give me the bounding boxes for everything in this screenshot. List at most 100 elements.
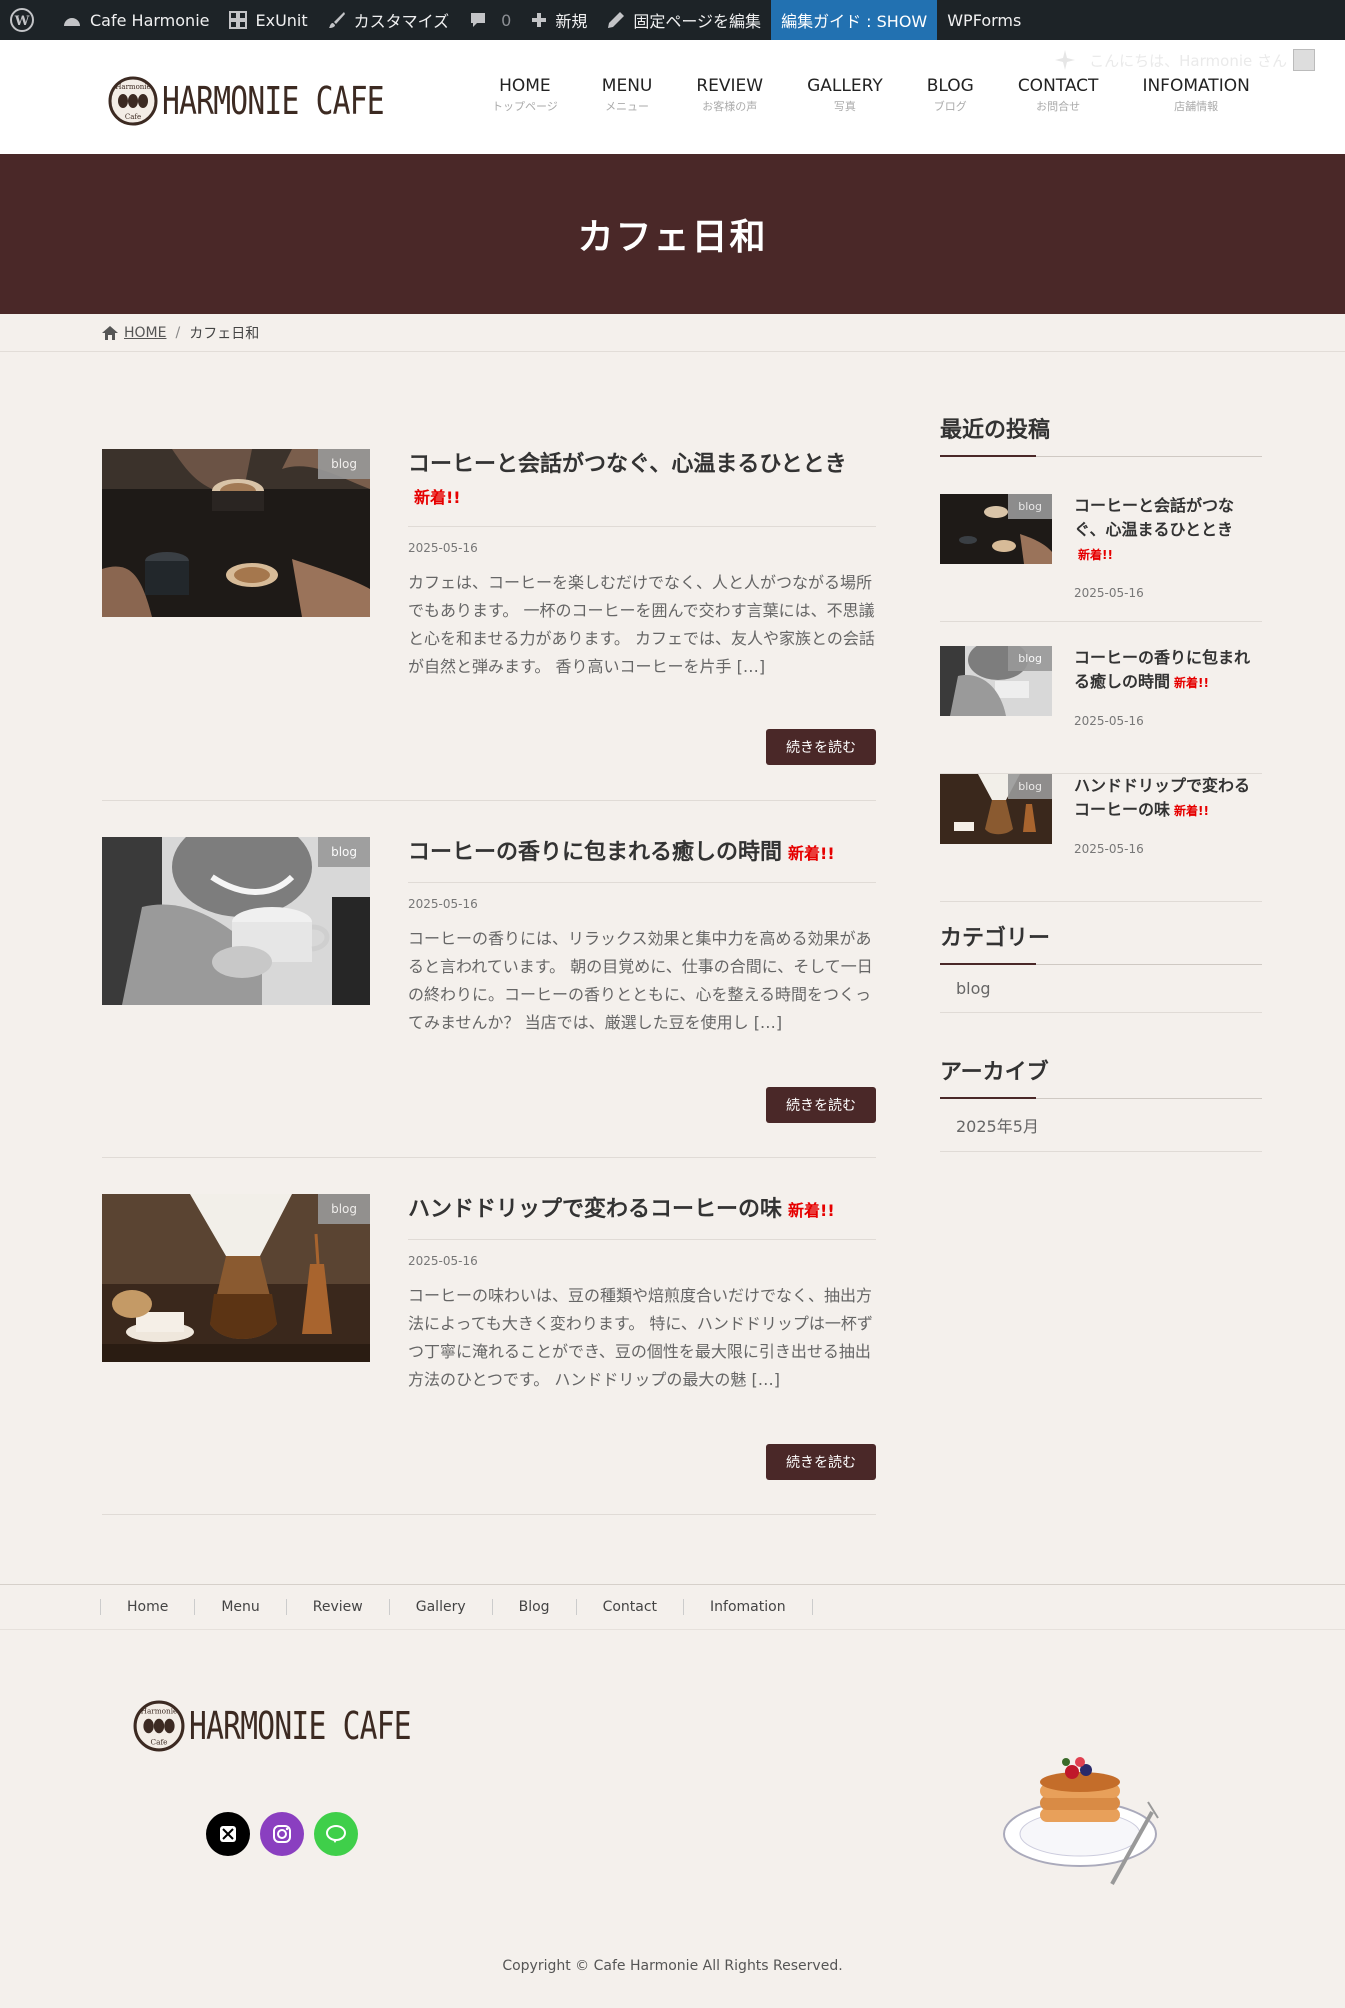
post-thumbnail[interactable]: blog [102, 1194, 370, 1362]
recent-post-thumbnail: blog [940, 494, 1052, 564]
customize-label: カスタマイズ [353, 12, 450, 31]
category-link[interactable]: blog [940, 965, 1262, 1013]
post-item: blog ハンドドリップで変わるコーヒーの味 新着!! 2025-05-16 コー… [102, 1194, 876, 1484]
edit-guide-toggle[interactable]: 編集ガイド : SHOW [771, 0, 938, 40]
x-icon [220, 1826, 236, 1842]
logo-badge-icon: Harmonie Cafe [108, 76, 158, 126]
post-body: コーヒーの香りに包まれる癒しの時間 新着!! 2025-05-16 コーヒーの香り… [408, 837, 876, 1037]
site-name-menu[interactable]: Cafe Harmonie [52, 0, 219, 40]
footer-nav-menu[interactable]: Menu [194, 1599, 285, 1615]
nav-infomation[interactable]: INFOMATION 店舗情報 [1120, 76, 1271, 114]
breadcrumb-home-link[interactable]: HOME [124, 325, 166, 341]
recent-post-title-text: ハンドドリップで変わるコーヒーの味 [1074, 776, 1251, 819]
new-label: 新規 [555, 12, 588, 31]
category-badge: blog [1008, 774, 1052, 799]
sidebar-category-widget: カテゴリー blog [940, 920, 1262, 1013]
nav-contact[interactable]: CONTACT お問合せ [996, 76, 1121, 114]
nav-sub-label: メニュー [605, 100, 650, 113]
grid-icon [229, 11, 248, 29]
site-logo[interactable]: Harmonie Cafe HARMONIE CAFE [108, 76, 446, 126]
post-excerpt: コーヒーの味わいは、豆の種類や焙煎度合いだけでなく、抽出方法によっても大きく変わ… [408, 1286, 873, 1389]
customize-link[interactable]: カスタマイズ [318, 0, 460, 40]
recent-posts-list: blog コーヒーと会話がつなぐ、心温まるひととき 新着!! 2025-05-16… [940, 494, 1262, 902]
line-social-link[interactable] [314, 1812, 358, 1856]
post-divider [102, 1157, 876, 1158]
user-avatar [1293, 49, 1315, 71]
brush-icon [328, 12, 345, 28]
nav-home[interactable]: HOME トップページ [470, 76, 580, 114]
nav-blog[interactable]: BLOG ブログ [905, 76, 996, 114]
logo-badge-icon: Harmonie Cafe [133, 1700, 185, 1752]
post-item: blog コーヒーと会話がつなぐ、心温まるひととき 新着!! 2025-05-16… [102, 449, 876, 765]
recent-post-item[interactable]: blog コーヒーと会話がつなぐ、心温まるひととき 新着!! 2025-05-16 [940, 494, 1262, 622]
new-badge: 新着!! [788, 844, 835, 863]
user-greeting[interactable]: こんにちは、Harmonie さん [1053, 48, 1315, 72]
post-title-text: コーヒーの香りに包まれる癒しの時間 [408, 840, 783, 865]
footer-nav-home[interactable]: Home [100, 1599, 194, 1615]
archive-link[interactable]: 2025年5月 [940, 1099, 1262, 1152]
nav-main-label: GALLERY [807, 76, 883, 96]
post-title[interactable]: ハンドドリップで変わるコーヒーの味 新着!! [408, 1194, 876, 1240]
post-date: 2025-05-16 [408, 1254, 478, 1268]
sparkle-icon [1055, 50, 1076, 70]
exunit-menu[interactable]: ExUnit [219, 0, 317, 40]
dashboard-icon [64, 18, 80, 26]
pencil-icon [608, 12, 625, 28]
recent-post-title-text: コーヒーの香りに包まれる癒しの時間 [1074, 648, 1251, 691]
widget-title: アーカイブ [940, 1054, 1262, 1099]
post-date: 2025-05-16 [408, 541, 478, 555]
nav-main-label: HOME [499, 76, 551, 96]
category-badge[interactable]: blog [318, 837, 370, 867]
nav-menu[interactable]: MENU メニュー [580, 76, 675, 114]
comments-link[interactable]: 0 [459, 0, 521, 40]
sidebar-recent-widget: 最近の投稿 [940, 412, 1262, 457]
new-content-menu[interactable]: 新規 [521, 0, 597, 40]
category-badge[interactable]: blog [318, 449, 370, 479]
breadcrumb-current: カフェ日和 [189, 325, 260, 342]
post-excerpt: コーヒーの香りには、リラックス効果と集中力を高める効果があると言われています。 … [408, 929, 873, 1032]
read-more-button[interactable]: 続きを読む [766, 1444, 876, 1480]
footer-nav-blog[interactable]: Blog [491, 1599, 576, 1615]
post-excerpt: カフェは、コーヒーを楽しむだけでなく、人と人がつながる場所でもあります。 一杯の… [408, 573, 875, 676]
wpforms-menu[interactable]: WPForms [937, 0, 1031, 40]
edit-page-link[interactable]: 固定ページを編集 [597, 0, 771, 40]
nav-review[interactable]: REVIEW お客様の声 [674, 76, 785, 114]
nav-main-label: MENU [601, 76, 653, 96]
nav-gallery[interactable]: GALLERY 写真 [785, 76, 905, 114]
instagram-social-link[interactable] [260, 1812, 304, 1856]
footer-nav-infomation[interactable]: Infomation [683, 1599, 813, 1615]
read-more-button[interactable]: 続きを読む [766, 1087, 876, 1123]
recent-post-item[interactable]: blog ハンドドリップで変わるコーヒーの味 新着!! 2025-05-16 [940, 774, 1262, 902]
footer-logo[interactable]: Harmonie Cafe HARMONIE CAFE [133, 1700, 473, 1752]
post-date: 2025-05-16 [408, 897, 478, 911]
breadcrumb: HOME / カフェ日和 [0, 314, 1345, 352]
post-title[interactable]: コーヒーと会話がつなぐ、心温まるひととき 新着!! [408, 449, 876, 527]
footer-nav-gallery[interactable]: Gallery [388, 1599, 492, 1615]
post-title[interactable]: コーヒーの香りに包まれる癒しの時間 新着!! [408, 837, 876, 883]
footer-nav-review[interactable]: Review [285, 1599, 389, 1615]
recent-post-date: 2025-05-16 [1074, 842, 1144, 856]
site-header: こんにちは、Harmonie さん Harmonie Cafe HARMONIE… [0, 40, 1345, 154]
post-thumbnail[interactable]: blog [102, 449, 370, 617]
nav-sub-label: 写真 [833, 100, 856, 113]
comment-icon [471, 13, 486, 27]
nav-sub-label: お問合せ [1036, 100, 1081, 113]
new-badge: 新着!! [1174, 804, 1209, 818]
post-thumbnail[interactable]: blog [102, 837, 370, 1005]
nav-main-label: CONTACT [1017, 76, 1099, 96]
recent-post-thumbnail: blog [940, 646, 1052, 716]
recent-post-item[interactable]: blog コーヒーの香りに包まれる癒しの時間 新着!! 2025-05-16 [940, 646, 1262, 774]
new-badge: 新着!! [1078, 548, 1113, 562]
read-more-button[interactable]: 続きを読む [766, 729, 876, 765]
page-title: カフェ日和 [577, 217, 768, 258]
category-badge: blog [1008, 646, 1052, 671]
x-social-link[interactable] [206, 1812, 250, 1856]
line-icon [326, 1825, 346, 1843]
wordpress-logo-icon[interactable]: W [0, 0, 52, 40]
footer-nav-contact[interactable]: Contact [575, 1599, 683, 1615]
category-badge[interactable]: blog [318, 1194, 370, 1224]
plus-icon [532, 13, 547, 27]
nav-main-label: REVIEW [696, 76, 764, 96]
greeting-text: こんにちは、Harmonie さん [1089, 51, 1287, 70]
pancake-illustration [1003, 1757, 1159, 1885]
